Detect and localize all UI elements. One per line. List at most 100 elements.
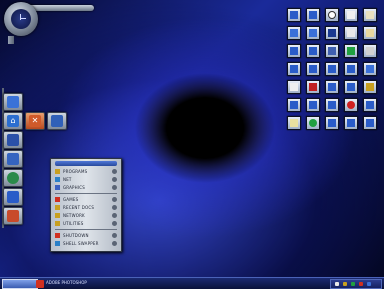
submenu-arrow-icon (112, 205, 117, 210)
clock-widget[interactable] (2, 2, 94, 44)
utilities-icon (55, 221, 60, 226)
menu-item-label: GAMES (63, 197, 79, 202)
desktop-document-icon[interactable] (363, 8, 377, 22)
dock-globe-button[interactable] (3, 169, 23, 187)
settings-icon (51, 115, 63, 127)
clock-dial (4, 2, 38, 36)
clock-face (11, 9, 31, 29)
desktop-document-icon[interactable] (344, 8, 358, 22)
desktop-printer-icon[interactable] (363, 44, 377, 58)
disk-icon (7, 153, 19, 165)
tray-app-icon[interactable] (359, 282, 363, 286)
desktop-folder-icon[interactable] (306, 98, 320, 112)
desktop-globe-icon[interactable] (306, 116, 320, 130)
desktop-folder-icon[interactable] (363, 98, 377, 112)
menu-separator (55, 229, 117, 230)
start-menu-item-utilities[interactable]: UTILITIES (54, 220, 118, 227)
task-label: ADOBE PHOTOSHOP (46, 280, 87, 285)
desktop-folder-icon[interactable] (306, 26, 320, 40)
menu-item-label: RECENT DOCS (63, 205, 95, 210)
tray-network-icon[interactable] (335, 282, 339, 286)
globe-icon (7, 172, 19, 184)
tray-app-icon[interactable] (351, 282, 355, 286)
submenu-arrow-icon (112, 233, 117, 238)
desktop-folder-icon[interactable] (325, 80, 339, 94)
clock-minute-hand (20, 18, 26, 19)
desktop-folder-icon[interactable] (306, 62, 320, 76)
taskbar: ADOBE PHOTOSHOP (0, 277, 384, 289)
start-menu-item-recent-docs[interactable]: RECENT DOCS (54, 204, 118, 211)
desktop-folder-icon[interactable] (344, 80, 358, 94)
dock-folder-button[interactable] (3, 93, 23, 111)
submenu-arrow-icon (112, 197, 117, 202)
desktop-text-icon[interactable] (363, 26, 377, 40)
desktop-folder-icon[interactable] (306, 44, 320, 58)
start-menu-item-programs[interactable]: PROGRAMS (54, 168, 118, 175)
desktop-document-icon[interactable] (287, 80, 301, 94)
shell-swapper-icon (55, 241, 60, 246)
desktop-disc-icon[interactable] (325, 8, 339, 22)
desktop-drive-icon[interactable] (287, 62, 301, 76)
dock-monitor-button[interactable] (3, 188, 23, 206)
recent-docs-icon (55, 205, 60, 210)
menu-item-label: PROGRAMS (63, 169, 88, 174)
home-icon: ⌂ (7, 115, 19, 127)
desktop-stop-icon[interactable] (344, 98, 358, 112)
dock-home-button[interactable]: ⌂ (3, 112, 23, 130)
desktop-grid-icon[interactable] (363, 80, 377, 94)
menu-item-label: SHUTDOWN (63, 233, 89, 238)
dock-disk-button[interactable] (3, 150, 23, 168)
tray-volume-icon[interactable] (343, 282, 347, 286)
desktop-folder-icon[interactable] (287, 8, 301, 22)
network-icon (55, 177, 60, 182)
start-menu-item-net[interactable]: NET (54, 176, 118, 183)
desktop-folder-icon[interactable] (325, 62, 339, 76)
start-menu-item-games[interactable]: GAMES (54, 196, 118, 203)
start-menu-item-shell-swapper[interactable]: SHELL SWAPPER (54, 240, 118, 247)
desktop-window-icon[interactable] (363, 62, 377, 76)
tools-icon: ✕ (29, 115, 41, 127)
document-icon (7, 210, 19, 222)
desktop-notes-icon[interactable] (287, 116, 301, 130)
start-menu-header (55, 161, 117, 166)
dock-document-button[interactable] (3, 207, 23, 225)
desktop-folder-icon[interactable] (287, 26, 301, 40)
start-menu-item-network[interactable]: NETWORK (54, 212, 118, 219)
folder-icon (7, 96, 19, 108)
desktop-folder-icon[interactable] (287, 44, 301, 58)
graphics-icon (55, 185, 60, 190)
start-menu: PROGRAMS NET GRAPHICS GAMES RECENT DOCS … (50, 158, 122, 252)
tray-app-icon[interactable] (367, 282, 371, 286)
desktop-folder-icon[interactable] (363, 116, 377, 130)
list-icon (7, 134, 19, 146)
monitor-icon (7, 191, 19, 203)
menu-separator (55, 193, 117, 194)
network-folder-icon (55, 213, 60, 218)
desktop-folder-icon[interactable] (325, 98, 339, 112)
desktop-disk-icon[interactable] (325, 26, 339, 40)
submenu-arrow-icon (112, 213, 117, 218)
submenu-arrow-icon (112, 221, 117, 226)
desktop-floppy-icon[interactable] (344, 26, 358, 40)
photoshop-app-icon (36, 280, 44, 288)
dock-tools-button[interactable]: ✕ (25, 112, 45, 130)
start-menu-item-shutdown[interactable]: SHUTDOWN (54, 232, 118, 239)
desktop-folder-icon[interactable] (344, 116, 358, 130)
desktop-disk-icon[interactable] (325, 44, 339, 58)
desktop-chip-icon[interactable] (344, 44, 358, 58)
dock-list-button[interactable] (3, 131, 23, 149)
desktop-folder-icon[interactable] (325, 116, 339, 130)
taskbar-item-photoshop[interactable]: ADOBE PHOTOSHOP (36, 279, 88, 288)
clock-stem (8, 36, 14, 44)
start-menu-item-graphics[interactable]: GRAPHICS (54, 184, 118, 191)
desktop-monitor-icon[interactable] (306, 80, 320, 94)
menu-item-label: GRAPHICS (63, 185, 85, 190)
menu-item-label: UTILITIES (63, 221, 84, 226)
clock-hour-hand (20, 14, 21, 20)
desktop-folder-icon[interactable] (306, 8, 320, 22)
desktop-folder-icon[interactable] (344, 62, 358, 76)
desktop-folder-icon[interactable] (287, 98, 301, 112)
dock-settings-button[interactable] (47, 112, 67, 130)
submenu-arrow-icon (112, 169, 117, 174)
menu-item-label: NETWORK (63, 213, 85, 218)
